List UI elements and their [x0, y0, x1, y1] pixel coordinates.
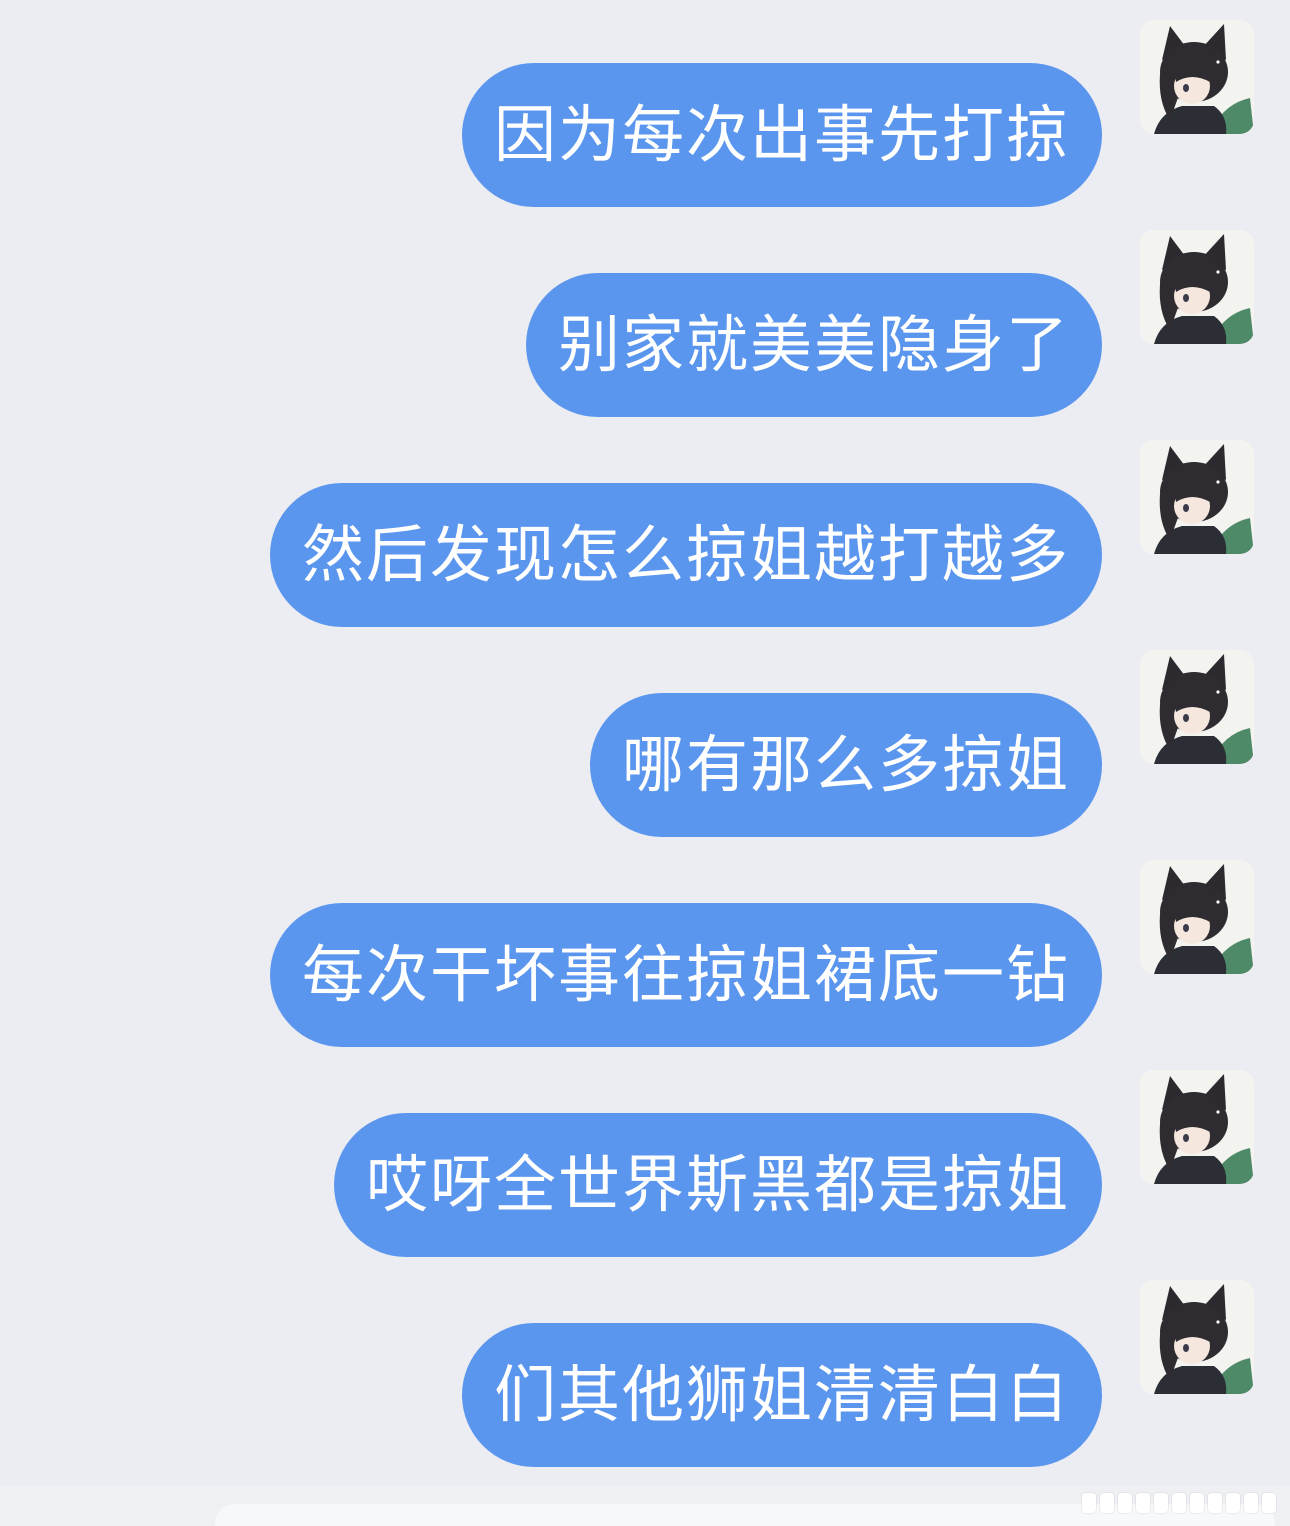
watermark — [1082, 1490, 1276, 1516]
avatar[interactable] — [1140, 1070, 1254, 1184]
message-row: 因为每次出事先打掠 — [0, 0, 1290, 210]
cat-eared-girl-avatar-icon — [1140, 230, 1254, 344]
message-bubble[interactable]: 每次干坏事往掠姐裙底一钻 — [269, 903, 1102, 1047]
avatar[interactable] — [1140, 440, 1254, 554]
message-row: 别家就美美隐身了 — [0, 210, 1290, 420]
cat-eared-girl-avatar-icon — [1140, 440, 1254, 554]
message-bubble[interactable]: 因为每次出事先打掠 — [461, 63, 1102, 207]
avatar[interactable] — [1140, 20, 1254, 134]
cat-eared-girl-avatar-icon — [1140, 20, 1254, 134]
avatar[interactable] — [1140, 650, 1254, 764]
message-bubble[interactable]: 哎呀全世界斯黑都是掠姐 — [333, 1113, 1102, 1257]
message-bubble[interactable]: 别家就美美隐身了 — [525, 273, 1102, 417]
message-row: 哎呀全世界斯黑都是掠姐 — [0, 1050, 1290, 1260]
message-bubble[interactable]: 哪有那么多掠姐 — [589, 693, 1102, 837]
cat-eared-girl-avatar-icon — [1140, 860, 1254, 974]
avatar[interactable] — [1140, 1280, 1254, 1394]
avatar[interactable] — [1140, 230, 1254, 344]
message-row: 们其他狮姐清清白白 — [0, 1260, 1290, 1470]
message-bubble[interactable]: 然后发现怎么掠姐越打越多 — [269, 483, 1102, 627]
message-row: 每次干坏事往掠姐裙底一钻 — [0, 840, 1290, 1050]
message-row: 然后发现怎么掠姐越打越多 — [0, 420, 1290, 630]
avatar[interactable] — [1140, 860, 1254, 974]
chat-history: 因为每次出事先打掠 别家就美美隐身了 然后发现怎么掠姐越打越多 哪有那么多掠姐 … — [0, 0, 1290, 1526]
message-row: 哪有那么多掠姐 — [0, 630, 1290, 840]
cat-eared-girl-avatar-icon — [1140, 1070, 1254, 1184]
cat-eared-girl-avatar-icon — [1140, 650, 1254, 764]
message-bubble[interactable]: 们其他狮姐清清白白 — [461, 1323, 1102, 1467]
cat-eared-girl-avatar-icon — [1140, 1280, 1254, 1394]
